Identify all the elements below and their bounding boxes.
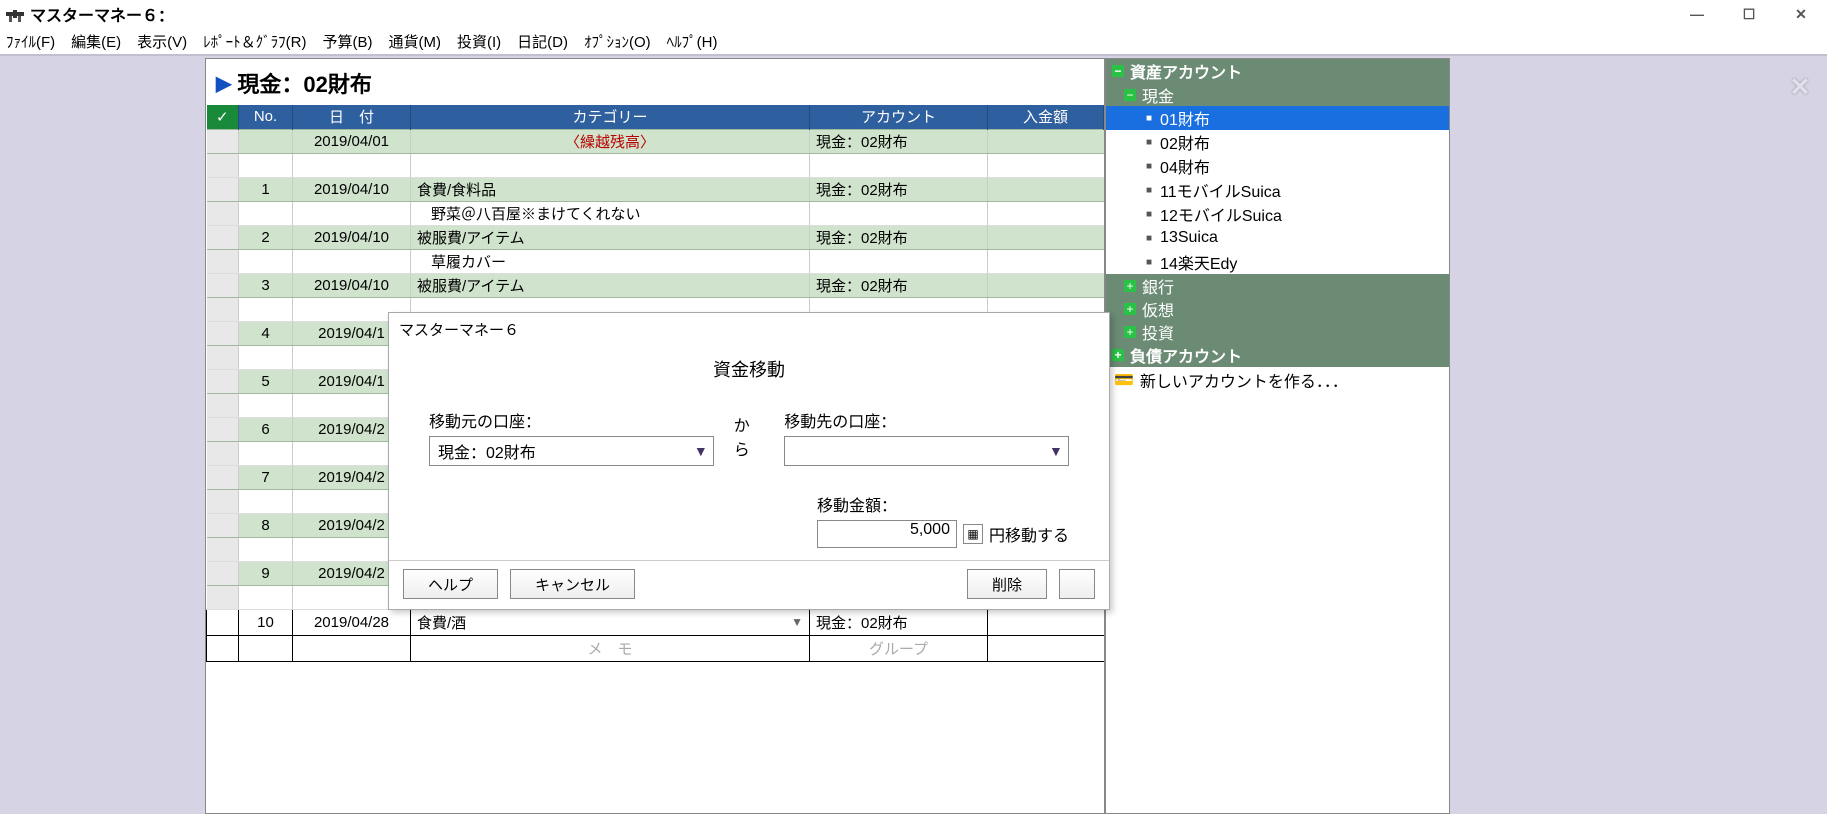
ok-button[interactable] (1059, 569, 1095, 599)
menu-report[interactable]: ﾚﾎﾟｰﾄ＆ｸﾞﾗﾌ(R) (203, 31, 306, 52)
bullet-icon: ■ (1146, 161, 1152, 172)
col-date[interactable]: 日 付 (293, 105, 411, 129)
bank-category[interactable]: + 銀行 (1106, 274, 1449, 297)
delete-button[interactable]: 削除 (967, 569, 1047, 599)
menu-option[interactable]: ｵﾌﾟｼｮﾝ(O) (584, 31, 651, 52)
cash-category[interactable]: − 現金 (1106, 83, 1449, 106)
bullet-icon: ■ (1146, 185, 1152, 196)
edit-row-memo[interactable]: メ モグループ (207, 635, 1104, 661)
menu-invest[interactable]: 投資(I) (457, 31, 501, 52)
accounts-sidebar: − 資産アカウント − 現金 ■01財布■02財布■04財布■11モバイルSui… (1105, 58, 1450, 814)
account-leaf[interactable]: ■01財布 (1106, 106, 1449, 130)
window-titlebar: マスターマネー６： — ☐ ✕ (0, 0, 1827, 28)
menu-currency[interactable]: 通貨(M) (388, 31, 441, 52)
virtual-category[interactable]: + 仮想 (1106, 297, 1449, 320)
table-row[interactable]: 32019/04/10被服費/アイテム現金：02財布 (207, 273, 1104, 297)
cancel-button[interactable]: キャンセル (510, 569, 635, 599)
account-leaf[interactable]: ■14楽天Edy (1106, 250, 1449, 274)
category-combo[interactable]: 食費/酒▼ (411, 609, 810, 635)
menu-view[interactable]: 表示(V) (137, 31, 187, 52)
col-no[interactable]: No. (239, 105, 293, 129)
dialog-title: マスターマネー６ (389, 313, 1109, 346)
app-title: マスターマネー６： (30, 2, 174, 26)
from-label: 移動元の口座： (429, 408, 714, 432)
carryover-row[interactable]: 2019/04/01〈繰越残高〉現金：02財布 (207, 129, 1104, 153)
menu-diary[interactable]: 日記(D) (517, 31, 568, 52)
bullet-icon: ■ (1146, 209, 1152, 220)
bullet-icon: ■ (1146, 113, 1152, 124)
from-account-combo[interactable]: 現金：02財布 ▼ (429, 436, 714, 466)
amount-input[interactable]: 5,000 (817, 520, 957, 548)
account-leaf[interactable]: ■04財布 (1106, 154, 1449, 178)
assets-header[interactable]: − 資産アカウント (1106, 59, 1449, 83)
bullet-icon: ■ (1146, 257, 1152, 268)
table-row-memo[interactable]: 草履カバー (207, 249, 1104, 273)
maximize-button[interactable]: ☐ (1723, 0, 1775, 28)
account-leaf[interactable]: ■02財布 (1106, 130, 1449, 154)
ledger-title: 現金：02財布 (237, 67, 371, 99)
account-leaf[interactable]: ■13Suica (1106, 226, 1449, 250)
amount-suffix: 円移動する (989, 522, 1069, 546)
col-account[interactable]: アカウント (810, 105, 988, 129)
app-icon (6, 6, 24, 22)
edit-row[interactable]: 102019/04/28食費/酒▼現金：02財布 (207, 609, 1104, 635)
ledger-arrow-icon: ▶ (216, 71, 231, 96)
bullet-icon: ■ (1146, 137, 1152, 148)
expand-icon: + (1112, 349, 1124, 361)
to-label: 移動先の口座： (784, 408, 1069, 432)
chevron-down-icon: ▼ (689, 443, 713, 459)
transfer-dialog: マスターマネー６ 資金移動 移動元の口座： 現金：02財布 ▼ から 移動先の口… (388, 312, 1110, 610)
col-check[interactable]: ✓ (207, 105, 239, 129)
table-row-memo[interactable]: 野菜＠八百屋※まけてくれない (207, 201, 1104, 225)
amount-label: 移動金額： (817, 492, 897, 516)
bullet-icon: ■ (1146, 233, 1152, 244)
menu-file[interactable]: ﾌｧｲﾙ(F) (6, 31, 55, 52)
menu-edit[interactable]: 編集(E) (71, 31, 121, 52)
new-account-link[interactable]: 💳 新しいアカウントを作る．．． (1106, 367, 1449, 393)
kara-label: から (734, 412, 764, 466)
table-row[interactable]: 22019/04/10被服費/アイテム現金：02財布 (207, 225, 1104, 249)
expand-icon: + (1124, 280, 1136, 292)
account-leaf[interactable]: ■12モバイルSuica (1106, 202, 1449, 226)
expand-icon: + (1124, 303, 1136, 315)
col-amount[interactable]: 入金額 (988, 105, 1104, 129)
account-leaf[interactable]: ■11モバイルSuica (1106, 178, 1449, 202)
debt-header[interactable]: + 負債アカウント (1106, 343, 1449, 367)
table-row[interactable]: 12019/04/10食費/食料品現金：02財布 (207, 177, 1104, 201)
chevron-down-icon: ▼ (791, 615, 803, 629)
chevron-down-icon: ▼ (1044, 443, 1068, 459)
new-account-icon: 💳 (1114, 370, 1134, 390)
dialog-heading: 資金移動 (429, 356, 1069, 382)
to-account-combo[interactable]: ▼ (784, 436, 1069, 466)
collapse-icon: − (1124, 89, 1136, 101)
minimize-button[interactable]: — (1671, 0, 1723, 28)
expand-icon: + (1124, 326, 1136, 338)
help-button[interactable]: ヘルプ (403, 569, 498, 599)
menu-help[interactable]: ﾍﾙﾌﾟ(H) (667, 31, 718, 52)
invest-category[interactable]: + 投資 (1106, 320, 1449, 343)
close-button[interactable]: ✕ (1775, 0, 1827, 28)
menubar: ﾌｧｲﾙ(F) 編集(E) 表示(V) ﾚﾎﾟｰﾄ＆ｸﾞﾗﾌ(R) 予算(B) … (0, 28, 1827, 56)
pane-close-icon[interactable]: × (1785, 68, 1815, 105)
col-category[interactable]: カテゴリー (411, 105, 810, 129)
menu-budget[interactable]: 予算(B) (322, 31, 372, 52)
calculator-icon[interactable]: ▦ (963, 524, 983, 544)
table-row-memo[interactable] (207, 153, 1104, 177)
window-controls: — ☐ ✕ (1671, 0, 1827, 28)
collapse-icon: − (1112, 65, 1124, 77)
